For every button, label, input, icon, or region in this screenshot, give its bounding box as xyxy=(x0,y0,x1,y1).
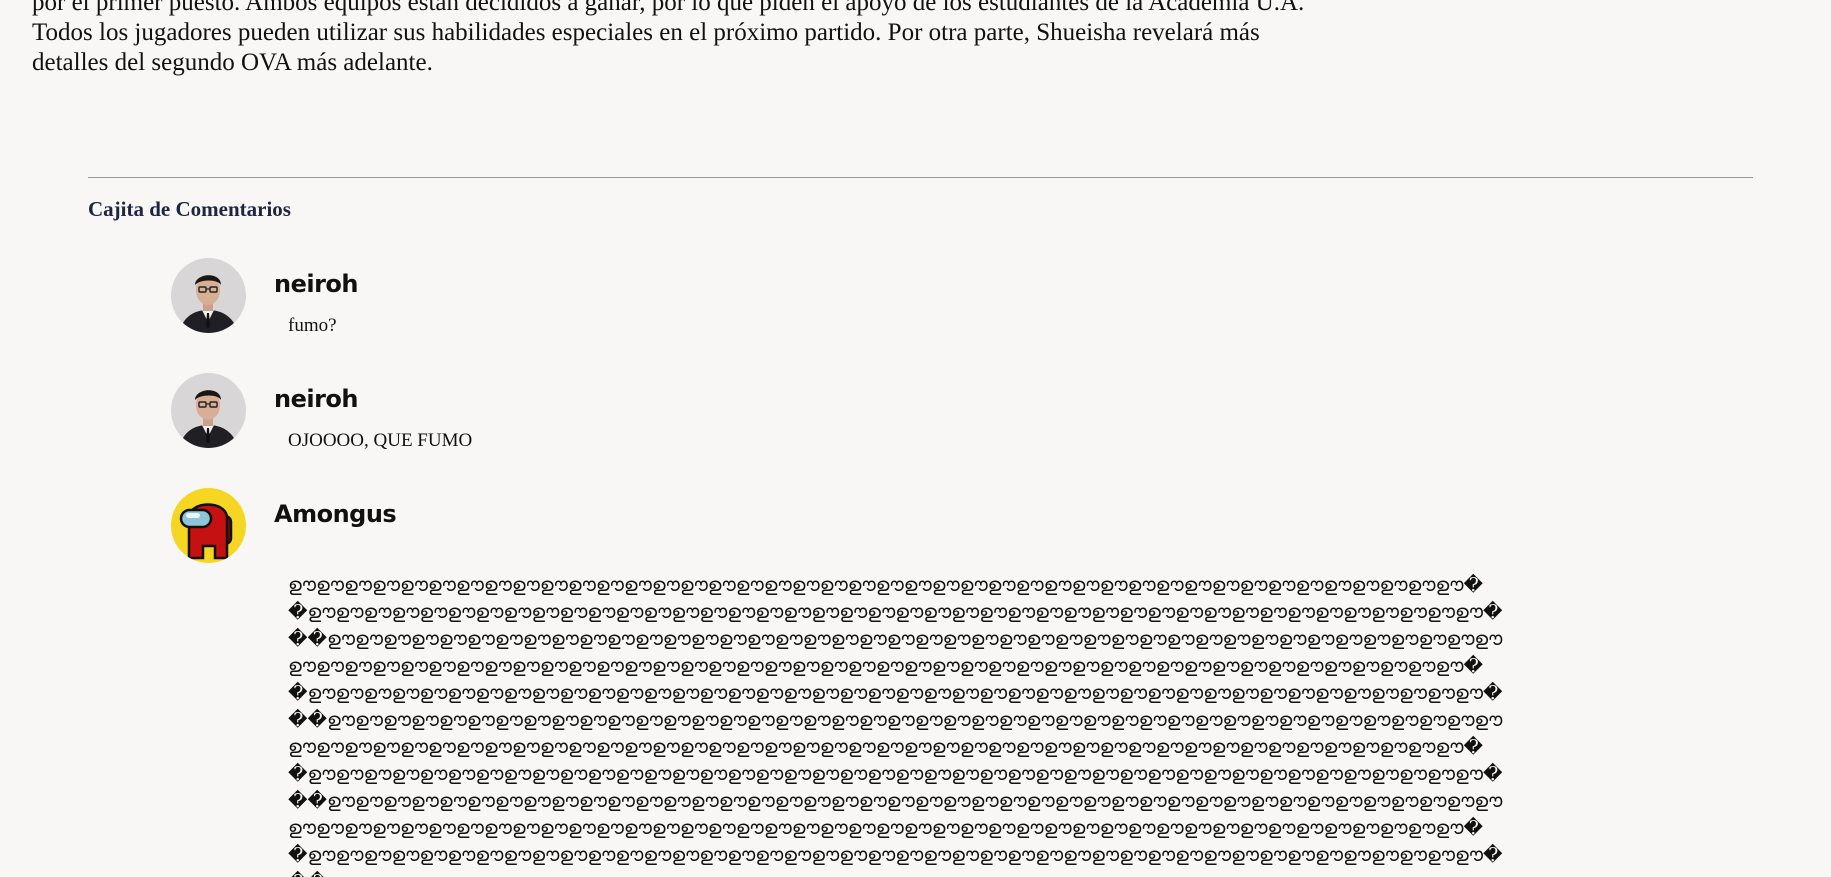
among-us-crewmate-avatar-icon[interactable] xyxy=(171,488,246,563)
comment-author[interactable]: Amongus xyxy=(274,500,397,528)
comment-text: ഊഊഊഊഊഊഊഊഊഊഊഊഊഊഊഊഊഊഊഊഊഊഊഊഊഊഊഊഊഊഊഊഊഊഊഊഊഊഊഊ… xyxy=(288,572,1503,877)
comment-text-line: ��ഊഊഊഊഊഊഊഊഊഊഊഊഊഊഊഊഊഊഊഊഊഊഊഊഊഊഊഊഊഊഊഊഊഊഊഊഊഊ… xyxy=(288,709,1503,731)
comment-text-line: ഊഊഊഊഊഊഊഊഊഊഊഊഊഊഊഊഊഊഊഊഊഊഊഊഊഊഊഊഊഊഊഊഊഊഊഊഊഊഊഊ… xyxy=(288,817,1483,839)
section-divider xyxy=(88,177,1753,178)
article-line: por el primer puesto. Ambos equipos está… xyxy=(32,0,1305,16)
user-photo-avatar-icon[interactable] xyxy=(171,258,246,333)
article-line: Todos los jugadores pueden utilizar sus … xyxy=(32,19,1260,46)
comment-text-line: ഊഊഊഊഊഊഊഊഊഊഊഊഊഊഊഊഊഊഊഊഊഊഊഊഊഊഊഊഊഊഊഊഊഊഊഊഊഊഊഊ… xyxy=(288,655,1483,677)
comment-text-line: �ഊഊഊഊഊഊഊഊഊഊഊഊഊഊഊഊഊഊഊഊഊഊഊഊഊഊഊഊഊഊഊഊഊഊഊഊഊഊഊ… xyxy=(288,601,1503,623)
article-line: detalles del segundo OVA más adelante. xyxy=(32,49,433,76)
comments-heading: Cajita de Comentarios xyxy=(88,197,291,221)
comment-text-line: ��ഊഊഊഊഊഊഊഊഊഊഊഊഊഊഊഊഊഊഊഊഊഊഊഊഊഊഊഊഊഊഊഊഊഊഊഊഊഊ… xyxy=(288,628,1503,650)
article-paragraph: por el primer puesto. Ambos equipos está… xyxy=(32,0,1392,78)
comment-text-line: ഊഊഊഊഊഊഊഊഊഊഊഊഊഊഊഊഊഊഊഊഊഊഊഊഊഊഊഊഊഊഊഊഊഊഊഊഊഊഊഊ… xyxy=(288,574,1483,596)
comment-text-line: ഊഊഊഊഊഊഊഊഊഊഊഊഊഊഊഊഊഊഊഊഊഊഊഊഊഊഊഊഊഊഊഊഊഊഊഊഊഊഊഊ… xyxy=(288,736,1483,758)
comment-text-line: �ഊഊഊഊഊഊഊഊഊഊഊഊഊഊഊഊഊഊഊഊഊഊഊഊഊഊഊഊഊഊഊഊഊഊഊഊഊഊഊ… xyxy=(288,763,1503,785)
user-photo-avatar-icon[interactable] xyxy=(171,373,246,448)
comment-text-line: �ഊഊഊഊഊഊഊഊഊഊഊഊഊഊഊഊഊഊഊഊഊഊഊഊഊഊഊഊഊഊഊഊഊഊഊഊഊഊഊ… xyxy=(288,844,1503,866)
comment-text-line: ��ഊഊഊഊഊഊഊഊഊഊഊഊഊഊഊഊഊഊഊഊഊഊഊഊഊഊഊഊഊഊഊഊഊഊഊഊഊഊ… xyxy=(288,790,1503,812)
comment-text: fumo? xyxy=(288,315,337,336)
comment-text-line: �ഊഊഊഊഊഊഊഊഊഊഊഊഊഊഊഊഊഊഊഊഊഊഊഊഊഊഊഊഊഊഊഊഊഊഊഊഊഊഊ… xyxy=(288,682,1503,704)
comment-text-line: ��ഊഊഊഊഊഊഊഊഊഊഊഊഊഊഊഊഊഊഊഊഊഊഊഊഊഊഊഊഊഊ xyxy=(288,869,1167,877)
comment-author[interactable]: neiroh xyxy=(274,385,359,413)
comment-text: OJOOOO, QUE FUMO xyxy=(288,430,473,451)
comment-author[interactable]: neiroh xyxy=(274,270,359,298)
